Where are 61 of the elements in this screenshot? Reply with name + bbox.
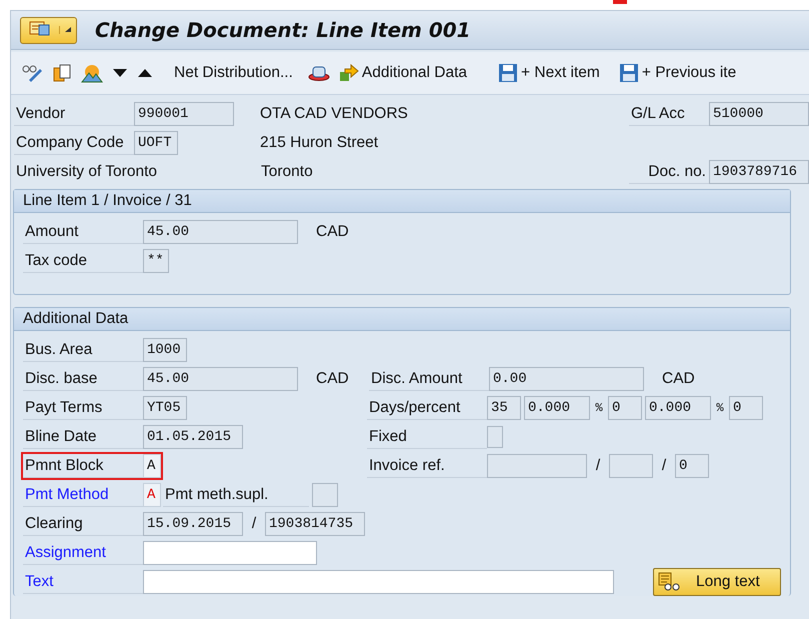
company-name: University of Toronto	[15, 162, 158, 180]
copy-icon[interactable]	[52, 63, 72, 83]
percent-field[interactable]: 0.000	[645, 396, 711, 420]
invoice-ref-field[interactable]	[487, 454, 587, 478]
tax-code-field[interactable]: **	[143, 248, 169, 272]
separator: /	[660, 456, 668, 474]
invoice-ref-field[interactable]	[609, 454, 653, 478]
assignment-field[interactable]	[143, 540, 317, 564]
payment-block-field[interactable]: A	[143, 454, 161, 478]
percent-sign: %	[594, 400, 604, 414]
save-icon	[498, 63, 518, 83]
discount-base-field[interactable]: 45.00	[143, 366, 298, 390]
gl-account-field[interactable]: 510000	[709, 102, 809, 126]
payment-supplement-field[interactable]	[312, 482, 338, 506]
invoice-ref-field[interactable]: 0	[675, 454, 709, 478]
days-field[interactable]: 0	[608, 396, 642, 420]
discount-amount-field[interactable]: 0.00	[489, 366, 644, 390]
group-title: Additional Data	[14, 308, 790, 331]
hat-icon[interactable]	[308, 64, 330, 82]
net-distribution-button[interactable]: Net Distribution...	[174, 64, 293, 82]
days-field[interactable]: 0	[729, 396, 763, 420]
additional-data-button[interactable]: Additional Data	[338, 64, 468, 82]
business-area-field[interactable]: 1000	[143, 338, 187, 362]
group-title: Line Item 1 / Invoice / 31	[14, 190, 790, 213]
previous-item-button[interactable]: + Previous ite	[618, 63, 736, 83]
next-item-button[interactable]: + Next item	[498, 63, 600, 83]
payment-method-field[interactable]: A	[143, 482, 161, 506]
currency: CAD	[315, 222, 349, 240]
save-icon	[618, 63, 639, 83]
text-field[interactable]	[143, 570, 614, 594]
vendor-name: OTA CAD VENDORS	[259, 104, 408, 122]
vendor-field[interactable]: 990001	[134, 102, 234, 126]
payment-terms-field[interactable]: YT05	[143, 396, 187, 420]
caret-icon	[59, 26, 72, 34]
clearing-date-field[interactable]: 15.09.2015	[143, 512, 243, 536]
street-address: 215 Huron Street	[259, 134, 378, 152]
long-text-button[interactable]: Long text	[653, 568, 781, 596]
percent-field[interactable]: 0.000	[524, 396, 590, 420]
separator: /	[594, 456, 602, 474]
window-title: Change Document: Line Item 001	[95, 18, 471, 42]
currency: CAD	[661, 370, 695, 388]
system-menu-button[interactable]	[20, 16, 77, 44]
annotation-mark	[613, 0, 627, 4]
mountain-sun-icon[interactable]	[81, 63, 103, 83]
document-number-field[interactable]: 1903789716	[709, 160, 809, 184]
field-label: Pmt meth.supl.	[163, 482, 309, 506]
up-triangle-icon[interactable]	[137, 67, 153, 79]
fixed-checkbox[interactable]	[487, 426, 503, 448]
arrow-icon	[338, 64, 359, 82]
baseline-date-field[interactable]: 01.05.2015	[143, 424, 243, 448]
clearing-document-field[interactable]: 1903814735	[265, 512, 365, 536]
glasses-pencil-icon[interactable]	[21, 63, 43, 83]
down-triangle-icon[interactable]	[112, 67, 128, 79]
days-field[interactable]: 35	[487, 396, 521, 420]
percent-sign: %	[715, 400, 725, 414]
note-glasses-icon	[658, 572, 682, 592]
amount-field[interactable]: 45.00	[143, 220, 298, 244]
city: Toronto	[260, 162, 313, 180]
separator: /	[250, 514, 258, 532]
company-code-field[interactable]: UOFT	[134, 130, 178, 154]
currency: CAD	[315, 370, 350, 388]
